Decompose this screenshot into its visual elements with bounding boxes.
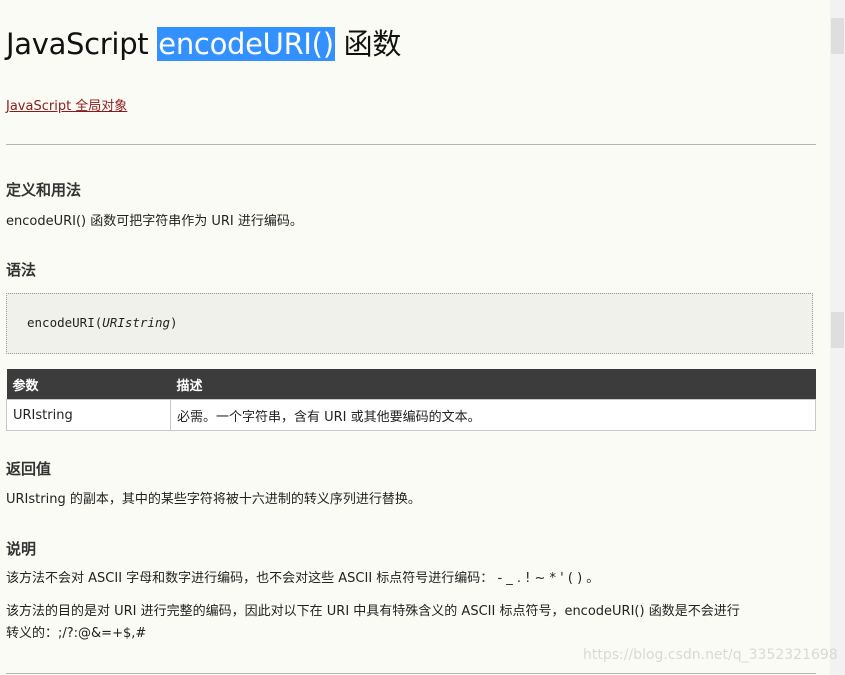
divider-top	[6, 144, 816, 145]
syntax-heading: 语法	[6, 261, 37, 279]
watermark-url: https://blog.csdn.net/q_3352321698	[583, 647, 838, 663]
table-row: URIstring 必需。一个字符串，含有 URI 或其他要编码的文本。	[6, 399, 816, 431]
definition-text: encodeURI() 函数可把字符串作为 URI 进行编码。	[6, 214, 303, 229]
global-objects-link[interactable]: JavaScript 全局对象	[6, 95, 127, 114]
vertical-scrollbar[interactable]	[830, 0, 845, 675]
description-text-1: 该方法不会对 ASCII 字母和数字进行编码，也不会对这些 ASCII 标点符号…	[6, 571, 600, 586]
title-prefix: JavaScript	[6, 27, 158, 61]
description-heading: 说明	[6, 540, 37, 558]
title-suffix: 函数	[334, 27, 402, 61]
syntax-code: encodeURI(URIstring)	[27, 315, 178, 330]
article-page: JavaScript encodeURI() 函数 JavaScript 全局对…	[0, 0, 830, 675]
table-header-row: 参数 描述	[6, 369, 816, 400]
return-value-text: URIstring 的副本，其中的某些字符将被十六进制的转义序列进行替换。	[6, 492, 421, 507]
code-function: encodeURI(	[27, 315, 103, 330]
page-title: JavaScript encodeURI() 函数	[6, 24, 401, 64]
table-cell-desc: 必需。一个字符串，含有 URI 或其他要编码的文本。	[170, 399, 816, 431]
scrollbar-thumb-lower[interactable]	[831, 312, 844, 348]
description-text-2-line-1: 该方法的目的是对 URI 进行完整的编码，因此对以下在 URI 中具有特殊含义的…	[6, 604, 740, 619]
title-selected-text[interactable]: encodeURI()	[157, 27, 335, 61]
definition-heading: 定义和用法	[6, 181, 82, 199]
table-header-param: 参数	[6, 369, 171, 400]
table-cell-param: URIstring	[6, 399, 171, 431]
table-header-desc: 描述	[170, 369, 816, 400]
divider-bottom	[6, 673, 816, 674]
scrollbar-thumb-upper[interactable]	[831, 18, 844, 54]
syntax-code-block: encodeURI(URIstring)	[6, 293, 813, 354]
parameters-table: 参数 描述 URIstring 必需。一个字符串，含有 URI 或其他要编码的文…	[6, 369, 816, 431]
code-close: )	[170, 315, 178, 330]
code-param: URIstring	[102, 315, 170, 330]
description-text-2-line-2: 转义的：;/?:@&=+$,#	[6, 626, 147, 641]
return-value-heading: 返回值	[6, 460, 52, 478]
